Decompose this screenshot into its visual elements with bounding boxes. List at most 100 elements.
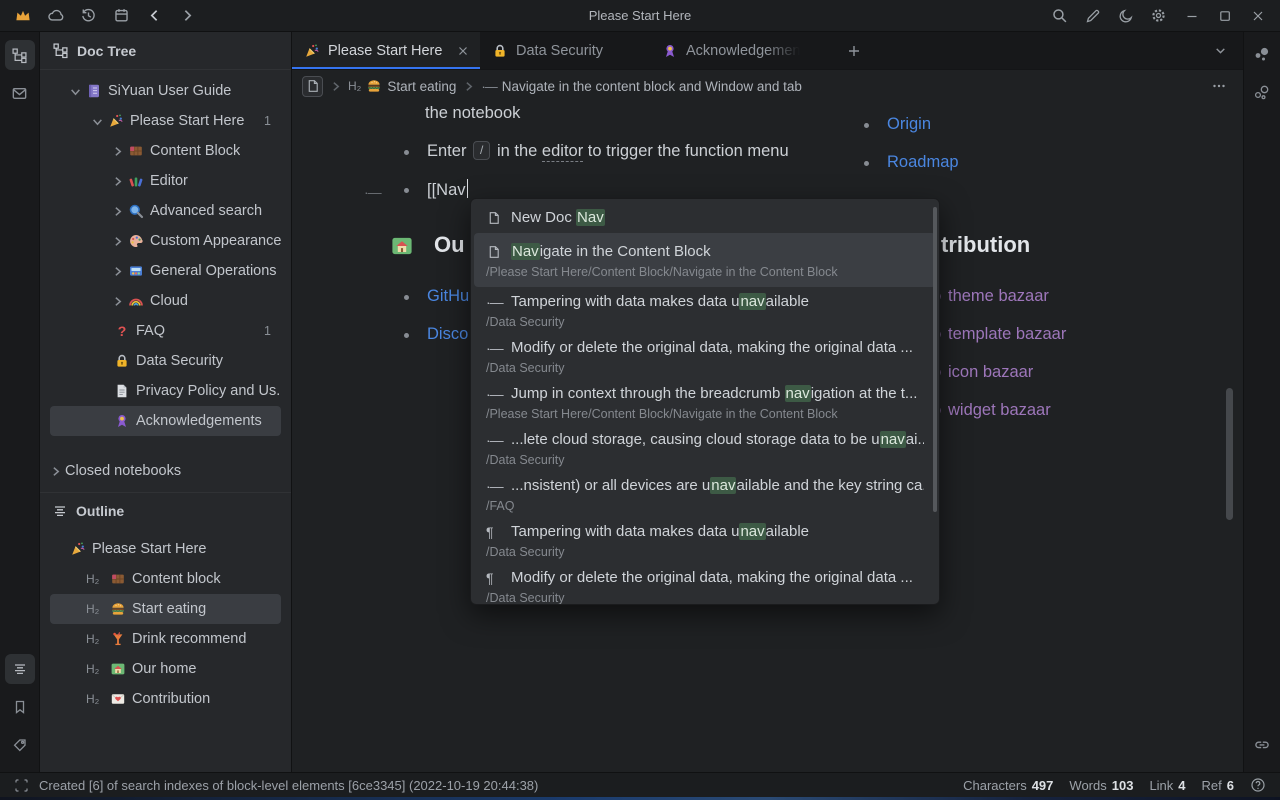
list-bullet <box>404 295 409 300</box>
paragraph-wrapped[interactable]: the notebook <box>425 104 520 123</box>
popup-item[interactable]: ·—...nsistent) or all devices are unavai… <box>474 471 936 517</box>
outline-item-drink-recommend[interactable]: H₂Drink recommend <box>50 624 281 654</box>
chevron-down-icon[interactable] <box>64 86 86 97</box>
help-button[interactable] <box>1250 777 1266 793</box>
tab-close-icon[interactable] <box>458 46 468 56</box>
go-back-button[interactable] <box>138 0 171 32</box>
chevron-right-icon[interactable] <box>106 266 128 277</box>
popup-item[interactable]: Navigate in the Content Block/Please Sta… <box>474 233 936 287</box>
window-minimize-button[interactable] <box>1175 0 1208 32</box>
doctree-item-please-start-here[interactable]: Please Start Here1 <box>50 106 281 136</box>
block-ref-editor[interactable]: editor <box>542 142 583 162</box>
outline-header: Outline <box>40 492 291 528</box>
crayon-icon <box>128 173 144 189</box>
breadcrumb-doc-button[interactable] <box>302 76 323 97</box>
party-icon <box>108 113 124 129</box>
popup-item[interactable]: ·—Tampering with data makes data unavail… <box>474 287 936 333</box>
sync-button[interactable] <box>39 0 72 32</box>
doctree-item-siyuan-user-guide[interactable]: SiYuan User Guide <box>50 76 281 106</box>
block-drag-handle[interactable]: ·— <box>364 184 381 200</box>
link-githu[interactable]: GitHu <box>427 287 469 306</box>
doctree-item-privacy-policy-and-us[interactable]: Privacy Policy and Us... <box>50 376 281 406</box>
dock-graph-button[interactable] <box>1247 40 1277 70</box>
chevron-right-icon[interactable] <box>106 176 128 187</box>
breadcrumb-more-button[interactable] <box>1205 78 1233 94</box>
heading-our-home[interactable]: Ou <box>434 232 465 258</box>
list-item-typing[interactable]: [[Nav <box>427 179 468 200</box>
closed-notebooks-label: Closed notebooks <box>65 463 181 479</box>
popup-item[interactable]: ·—Modify or delete the original data, ma… <box>474 333 936 379</box>
doctree-item-editor[interactable]: Editor <box>50 166 281 196</box>
daily-note-button[interactable] <box>105 0 138 32</box>
match-highlight: nav <box>785 385 811 402</box>
outline-tree: Please Start HereH₂Content blockH₂Start … <box>40 528 291 714</box>
global-search-button[interactable] <box>1043 0 1076 32</box>
breadcrumb-item-navigate-in-the-content-block-and-window-and-tab[interactable]: ·—Navigate in the content block and Wind… <box>481 79 802 94</box>
link-origin[interactable]: Origin <box>887 115 931 134</box>
chevron-right-icon[interactable] <box>106 296 128 307</box>
tab-list-button[interactable] <box>1203 32 1237 69</box>
doctree-item-content-block[interactable]: Content Block <box>50 136 281 166</box>
outline-item-contribution[interactable]: H₂Contribution <box>50 684 281 714</box>
tab-please-start-here[interactable]: Please Start Here <box>292 32 480 69</box>
popup-item[interactable]: ¶Modify or delete the original data, mak… <box>474 563 936 605</box>
editor-scrollbar[interactable] <box>1226 388 1233 520</box>
theme-toggle-button[interactable] <box>1109 0 1142 32</box>
doctree-item-data-security[interactable]: Data Security <box>50 346 281 376</box>
ref-link-template-bazaar[interactable]: otemplate bazaar <box>932 325 1066 344</box>
closed-notebooks-toggle[interactable]: Closed notebooks <box>40 458 291 484</box>
tag-icon <box>12 737 28 753</box>
chevron-right-icon[interactable] <box>106 206 128 217</box>
link-disco[interactable]: Disco <box>427 325 468 344</box>
dock-doc-tree-button[interactable] <box>5 40 35 70</box>
data-history-button[interactable] <box>72 0 105 32</box>
ref-link-icon-bazaar[interactable]: oicon bazaar <box>932 363 1033 382</box>
doctree-item-advanced-search[interactable]: Advanced search <box>50 196 281 226</box>
ref-link-theme-bazaar[interactable]: otheme bazaar <box>932 287 1049 306</box>
dock-bookmark-button[interactable] <box>5 692 35 722</box>
doctree-item-acknowledgements[interactable]: Acknowledgements <box>50 406 281 436</box>
chevron-right-icon[interactable] <box>106 146 128 157</box>
popup-item[interactable]: ·—...lete cloud storage, causing cloud s… <box>474 425 936 471</box>
popup-scrollbar[interactable] <box>933 207 937 512</box>
tab-acknowledgemen[interactable]: Acknowledgemen <box>650 32 837 69</box>
tab-data-security[interactable]: Data Security <box>480 32 650 69</box>
ref-link-widget-bazaar[interactable]: owidget bazaar <box>932 401 1051 420</box>
dock-backlinks-button[interactable] <box>1247 730 1277 760</box>
window-maximize-button[interactable] <box>1208 0 1241 32</box>
doctree-item-cloud[interactable]: Cloud <box>50 286 281 316</box>
window-close-button[interactable] <box>1241 0 1274 32</box>
outline-item-start-eating[interactable]: H₂Start eating <box>50 594 281 624</box>
app-logo-button[interactable] <box>6 0 39 32</box>
doctree-item-general-operations[interactable]: General Operations <box>50 256 281 286</box>
new-doc-button[interactable] <box>1076 0 1109 32</box>
magnifier-icon <box>128 203 144 219</box>
settings-button[interactable] <box>1142 0 1175 32</box>
new-tab-button[interactable] <box>837 32 871 69</box>
outline-item-content-block[interactable]: H₂Content block <box>50 564 281 594</box>
popup-item-title: Modify or delete the original data, maki… <box>511 567 913 589</box>
breadcrumb-item-start-eating[interactable]: H₂Start eating <box>348 78 456 94</box>
doctree-item-faq[interactable]: ?FAQ1 <box>50 316 281 346</box>
link-roadmap[interactable]: Roadmap <box>887 153 959 172</box>
dock-global-graph-button[interactable] <box>1247 78 1277 108</box>
go-forward-button[interactable] <box>171 0 204 32</box>
dock-inbox-button[interactable] <box>5 78 35 108</box>
list-item-enter-slash[interactable]: Enter / in the editor to trigger the fun… <box>427 141 789 161</box>
doctree-item-label: Editor <box>150 173 188 189</box>
popup-item[interactable]: ¶Tampering with data makes data unavaila… <box>474 517 936 563</box>
ribbon-icon <box>662 43 678 59</box>
doctree-item-custom-appearance[interactable]: Custom Appearance <box>50 226 281 256</box>
list-item-glyph: ·— <box>481 79 496 94</box>
dock-outline-button[interactable] <box>5 654 35 684</box>
outline-item-our-home[interactable]: H₂Our home <box>50 654 281 684</box>
outline-item-please-start-here[interactable]: Please Start Here <box>50 534 281 564</box>
popup-item[interactable]: New Doc Nav <box>474 203 936 233</box>
global-graph-icon <box>1253 84 1271 102</box>
ref-link-label: template bazaar <box>948 325 1066 343</box>
popup-item[interactable]: ·—Jump in context through the breadcrumb… <box>474 379 936 425</box>
chevron-right-icon[interactable] <box>106 236 128 247</box>
chevron-down-icon[interactable] <box>86 116 108 127</box>
dock-tag-button[interactable] <box>5 730 35 760</box>
heading-contribution[interactable]: tribution <box>941 232 1030 258</box>
